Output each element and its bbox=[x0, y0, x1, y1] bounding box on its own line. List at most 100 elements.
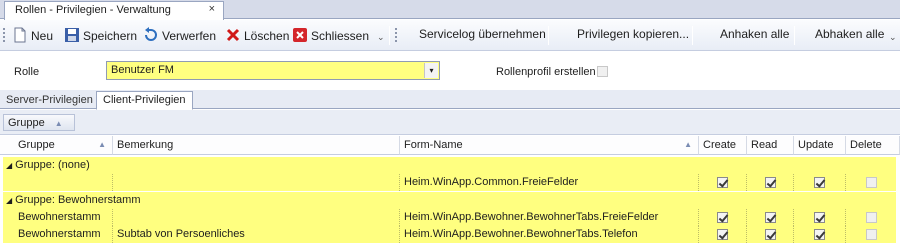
toolbar-grip-2[interactable] bbox=[395, 28, 397, 42]
cell-delete bbox=[846, 174, 896, 191]
new-document-icon bbox=[14, 27, 26, 43]
delete-button-label: Löschen bbox=[244, 29, 290, 43]
column-header-delete[interactable]: Delete bbox=[846, 136, 900, 155]
new-button-label: Neu bbox=[31, 29, 54, 43]
close-button[interactable]: Schliessen bbox=[292, 27, 369, 44]
overflow-chevron-icon[interactable]: ⌄ bbox=[377, 32, 385, 43]
cell-gruppe[interactable]: Bewohnerstamm bbox=[14, 209, 113, 226]
group-by-chip[interactable]: Gruppe ▲ bbox=[3, 114, 75, 131]
document-tab[interactable]: Rollen - Privilegien - Verwaltung × bbox=[4, 1, 224, 20]
delete-checkbox[interactable] bbox=[865, 229, 877, 240]
column-header-form-name[interactable]: Form-Name ▲ bbox=[400, 136, 699, 155]
cell-read bbox=[747, 174, 794, 191]
column-header-create[interactable]: Create bbox=[699, 136, 747, 155]
cell-read bbox=[747, 209, 794, 226]
cell-create bbox=[699, 209, 747, 226]
expand-triangle-icon[interactable]: ◢ bbox=[6, 196, 12, 205]
copy-privileges-button-label: Privilegen kopieren... bbox=[577, 27, 690, 41]
update-checkbox[interactable] bbox=[814, 229, 825, 240]
cell-gruppe[interactable] bbox=[14, 174, 113, 191]
dropdown-arrow-icon[interactable]: ▾ bbox=[424, 63, 438, 78]
close-tab-icon[interactable]: × bbox=[209, 3, 215, 15]
role-profile-checkbox[interactable] bbox=[597, 66, 608, 77]
cell-update bbox=[794, 174, 846, 191]
column-header-update[interactable]: Update bbox=[794, 136, 846, 155]
new-button[interactable]: Neu bbox=[12, 27, 53, 44]
column-header-gruppe[interactable]: Gruppe ▲ bbox=[0, 136, 113, 155]
table-row[interactable]: Bewohnerstamm Subtab von Persoenliches H… bbox=[0, 226, 900, 243]
tab-client-privileges[interactable]: Client-Privilegien bbox=[96, 91, 193, 110]
sort-ascending-icon: ▲ bbox=[98, 140, 106, 149]
document-tab-strip: Rollen - Privilegien - Verwaltung × bbox=[0, 0, 900, 20]
discard-button-label: Verwerfen bbox=[162, 29, 217, 43]
delete-icon bbox=[226, 28, 240, 42]
toolbar-separator bbox=[794, 26, 795, 45]
role-profile-label: Rollenprofil erstellen bbox=[496, 66, 596, 78]
privilege-tabs: Server-Privilegien Client-Privilegien bbox=[0, 90, 900, 110]
uncheck-all-button-label: Abhaken alle bbox=[815, 27, 885, 41]
create-checkbox[interactable] bbox=[717, 212, 728, 223]
save-button[interactable]: Speichern bbox=[64, 27, 137, 44]
undo-icon bbox=[145, 27, 157, 41]
toolbar-grip[interactable] bbox=[3, 28, 5, 42]
tab-server-privileges[interactable]: Server-Privilegien bbox=[0, 92, 99, 109]
read-checkbox[interactable] bbox=[764, 229, 776, 240]
toolbar-separator bbox=[548, 26, 549, 45]
cell-form-name[interactable]: Heim.WinApp.Bewohner.BewohnerTabs.FreieF… bbox=[400, 209, 699, 226]
expand-triangle-icon[interactable]: ◢ bbox=[6, 161, 12, 170]
cell-gruppe[interactable]: Bewohnerstamm bbox=[14, 226, 113, 243]
save-icon bbox=[65, 28, 79, 42]
group-row-label: ◢ Gruppe: (none) bbox=[6, 159, 90, 171]
read-checkbox[interactable] bbox=[764, 177, 776, 188]
discard-button[interactable]: Verwerfen bbox=[143, 27, 216, 44]
role-select[interactable]: Benutzer FM ▾ bbox=[106, 61, 440, 80]
column-header-bemerkung[interactable]: Bemerkung bbox=[113, 136, 400, 155]
cell-create bbox=[699, 174, 747, 191]
group-by-panel: Gruppe ▲ bbox=[0, 110, 900, 135]
group-row[interactable]: ◢ Gruppe: Bewohnerstamm bbox=[0, 192, 900, 209]
cell-form-name[interactable]: Heim.WinApp.Common.FreieFelder bbox=[400, 174, 699, 191]
check-all-button-label: Anhaken alle bbox=[720, 27, 790, 41]
group-row[interactable]: ◢ Gruppe: (none) bbox=[0, 157, 900, 174]
create-checkbox[interactable] bbox=[717, 177, 728, 188]
cell-delete bbox=[846, 226, 896, 243]
save-button-label: Speichern bbox=[83, 29, 138, 43]
cell-bemerkung[interactable]: Subtab von Persoenliches bbox=[113, 226, 400, 243]
cell-bemerkung[interactable] bbox=[113, 209, 400, 226]
cell-form-name[interactable]: Heim.WinApp.Bewohner.BewohnerTabs.Telefo… bbox=[400, 226, 699, 243]
update-checkbox[interactable] bbox=[814, 177, 825, 188]
sort-ascending-icon: ▲ bbox=[54, 119, 63, 128]
table-row[interactable]: Heim.WinApp.Common.FreieFelder bbox=[0, 174, 900, 191]
row-highlight bbox=[3, 157, 896, 174]
uncheck-all-button[interactable]: Abhaken alle bbox=[815, 27, 884, 44]
table-row[interactable]: Bewohnerstamm Heim.WinApp.Bewohner.Bewoh… bbox=[0, 209, 900, 226]
toolbar: Neu Speichern Verwerfen Löschen Schliess… bbox=[0, 20, 900, 51]
cell-bemerkung[interactable] bbox=[113, 174, 400, 191]
column-header-gruppe-label: Gruppe bbox=[18, 139, 55, 151]
copy-privileges-button[interactable]: Privilegen kopieren... bbox=[577, 27, 689, 44]
delete-button[interactable]: Löschen bbox=[225, 27, 289, 44]
cell-read bbox=[747, 226, 794, 243]
toolbar-separator bbox=[692, 26, 693, 45]
create-checkbox[interactable] bbox=[717, 229, 728, 240]
cell-delete bbox=[846, 209, 896, 226]
sort-ascending-icon: ▲ bbox=[684, 140, 692, 149]
delete-checkbox[interactable] bbox=[865, 212, 877, 223]
document-tab-title: Rollen - Privilegien - Verwaltung bbox=[15, 4, 171, 16]
servicelog-button[interactable]: Servicelog übernehmen bbox=[419, 27, 546, 44]
servicelog-button-label: Servicelog übernehmen bbox=[419, 27, 546, 41]
cell-create bbox=[699, 226, 747, 243]
group-row-text: Gruppe: (none) bbox=[15, 159, 90, 171]
check-all-button[interactable]: Anhaken alle bbox=[720, 27, 789, 44]
column-header-form-name-label: Form-Name bbox=[404, 139, 463, 151]
role-label: Rolle bbox=[14, 66, 40, 78]
cell-update bbox=[794, 226, 846, 243]
group-row-label: ◢ Gruppe: Bewohnerstamm bbox=[6, 194, 141, 206]
column-header-read[interactable]: Read bbox=[747, 136, 794, 155]
overflow-chevron-icon-2[interactable]: ⌄ bbox=[889, 32, 897, 43]
update-checkbox[interactable] bbox=[814, 212, 825, 223]
read-checkbox[interactable] bbox=[764, 212, 776, 223]
delete-checkbox[interactable] bbox=[865, 177, 877, 188]
role-select-value: Benutzer FM bbox=[111, 64, 174, 76]
close-button-label: Schliessen bbox=[311, 29, 370, 43]
